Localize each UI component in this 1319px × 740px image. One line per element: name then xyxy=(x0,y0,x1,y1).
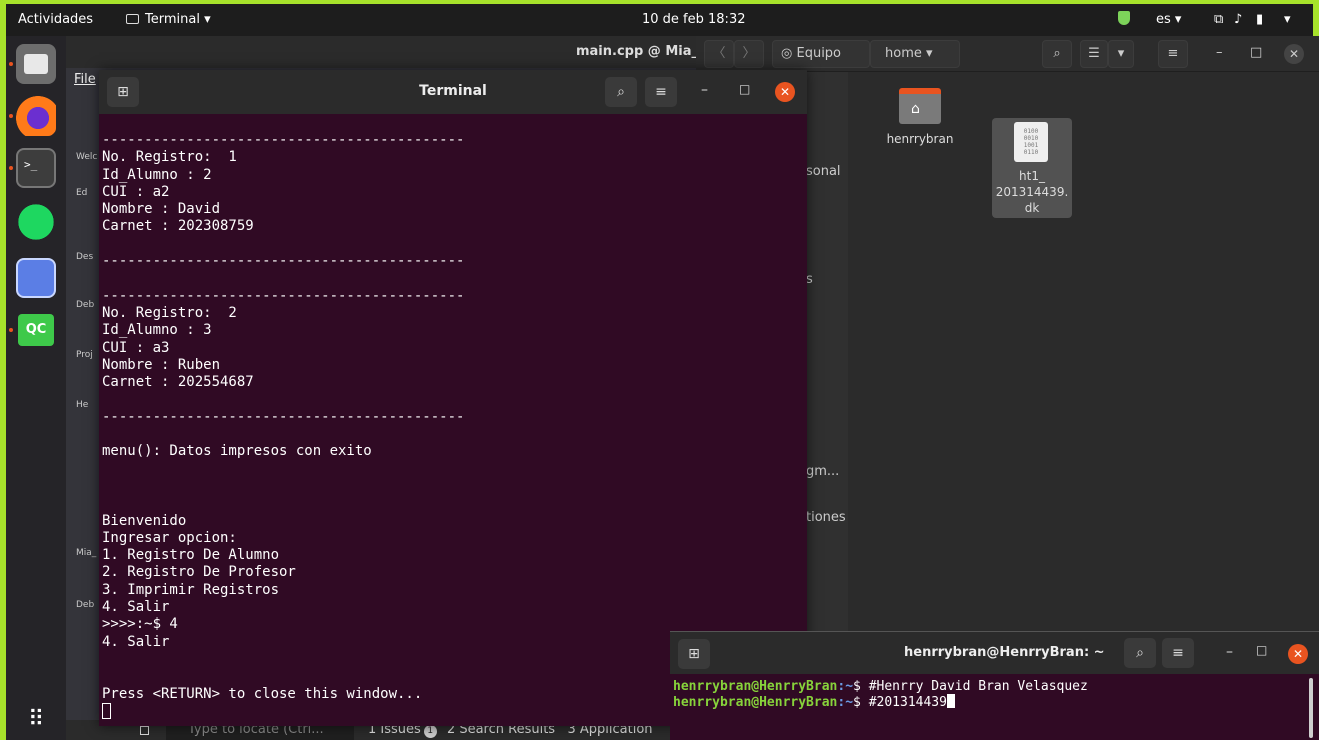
shield-icon[interactable] xyxy=(1118,11,1130,25)
build-config[interactable]: Deb xyxy=(76,600,94,610)
sidebar-item[interactable]: s xyxy=(806,272,813,287)
close-icon[interactable]: ✕ xyxy=(775,82,795,102)
terminal2-headerbar[interactable]: ⊞ henrrybran@HenrryBran: ~ ⌕ ≡ – □ ✕ xyxy=(670,632,1319,674)
top-bar: Actividades Terminal ▾ 10 de feb 18:32 e… xyxy=(6,4,1313,36)
location-equipo[interactable]: ◎ Equipo xyxy=(772,40,870,68)
app-menu-label: Terminal ▾ xyxy=(145,12,211,27)
hamburger-menu-icon[interactable]: ≡ xyxy=(1158,40,1188,68)
qtcreator-titlebar[interactable]: main.cpp @ Mia_ xyxy=(66,36,706,68)
home-folder-icon[interactable]: ⌂ xyxy=(899,88,941,124)
running-indicator xyxy=(9,114,13,118)
running-indicator xyxy=(9,166,13,170)
mode-welcome[interactable]: Welc xyxy=(76,152,97,162)
terminal2-line: henrrybran@HenrryBran:~$ #201314439 xyxy=(673,694,1303,710)
file-label: ht1_ 201314439. dk xyxy=(995,169,1069,215)
forward-button[interactable]: 〉 xyxy=(734,40,764,68)
files-headerbar: 〈 〉 ◎ Equipo home ▾ ⌕ ☰ ▾ ≡ – □ ✕ xyxy=(696,36,1319,72)
view-options-icon[interactable]: ▾ xyxy=(1108,40,1134,68)
show-apps-icon[interactable]: ⠿ xyxy=(16,700,56,740)
hamburger-menu-icon[interactable]: ≡ xyxy=(1162,638,1194,668)
mode-help[interactable]: He xyxy=(76,400,88,410)
terminal-icon xyxy=(126,14,139,24)
search-icon[interactable]: ⌕ xyxy=(605,77,637,107)
firefox-icon[interactable] xyxy=(16,96,56,136)
files-icon[interactable] xyxy=(16,44,56,84)
terminal-window: ⊞ Terminal ⌕ ≡ – □ ✕ -------------------… xyxy=(99,70,807,726)
app-menu[interactable]: Terminal ▾ xyxy=(126,12,211,27)
terminal-headerbar[interactable]: ⊞ Terminal ⌕ ≡ – □ ✕ xyxy=(99,70,807,114)
scrollbar[interactable] xyxy=(1309,678,1313,738)
prompt-symbol: $ xyxy=(853,679,869,694)
location-equipo-label: Equipo xyxy=(796,46,842,61)
command-text: #Henrry David Bran Velasquez xyxy=(868,679,1088,694)
prompt-user: henrrybran@HenrryBran xyxy=(673,695,838,710)
search-icon[interactable]: ⌕ xyxy=(1042,40,1072,68)
power-menu[interactable]: ▾ xyxy=(1284,12,1291,27)
binary-file-icon: 0100 0010 1001 0110 xyxy=(1014,122,1048,162)
minimize-icon[interactable]: – xyxy=(701,82,708,98)
terminal-output-text: ----------------------------------------… xyxy=(102,132,465,702)
maximize-icon[interactable]: □ xyxy=(1250,40,1262,68)
sidebar-item-personal[interactable]: sonal xyxy=(806,164,841,179)
home-icon: ⌂ xyxy=(911,101,920,117)
command-text: #201314439 xyxy=(868,695,947,710)
clock[interactable]: 10 de feb 18:32 xyxy=(642,12,745,27)
qtcreator-icon[interactable]: QC xyxy=(18,314,54,346)
activities-button[interactable]: Actividades xyxy=(18,12,93,27)
terminal2-window: ⊞ henrrybran@HenrryBran: ~ ⌕ ≡ – □ ✕ hen… xyxy=(670,631,1319,740)
minimize-icon[interactable]: – xyxy=(1216,40,1223,68)
menu-file[interactable]: File xyxy=(74,72,96,87)
screenshot-icon[interactable] xyxy=(16,258,56,298)
sidebar-item-program[interactable]: gm... xyxy=(806,464,839,479)
sidebar-item-locations[interactable]: tiones xyxy=(806,510,846,525)
list-view-icon[interactable]: ☰ xyxy=(1080,40,1108,68)
drive-icon: ◎ xyxy=(781,46,797,61)
qtcreator-title: main.cpp @ Mia_ xyxy=(575,44,698,59)
close-icon[interactable]: ✕ xyxy=(1288,644,1308,664)
terminal2-line: henrrybran@HenrryBran:~$ #Henrry David B… xyxy=(673,679,1303,694)
mode-edit[interactable]: Ed xyxy=(76,188,87,198)
prompt-path: :~ xyxy=(837,695,854,710)
issues-badge: 1 xyxy=(423,725,437,738)
mode-design[interactable]: Des xyxy=(76,252,93,262)
running-indicator xyxy=(9,328,13,332)
volume-icon[interactable]: ♪ xyxy=(1234,12,1242,27)
terminal2-output[interactable]: henrrybran@HenrryBran:~$ #Henrry David B… xyxy=(673,679,1303,710)
prompt-symbol: $ xyxy=(853,695,869,710)
maximize-icon[interactable]: □ xyxy=(1256,643,1267,657)
back-button[interactable]: 〈 xyxy=(704,40,734,68)
dock: >_ QC ⠿ xyxy=(6,36,66,740)
location-home[interactable]: home ▾ xyxy=(870,40,960,68)
binary-file-glyph: 0100 0010 1001 0110 xyxy=(1023,128,1039,156)
prompt-user: henrrybran@HenrryBran xyxy=(673,679,838,694)
hamburger-menu-icon[interactable]: ≡ xyxy=(645,77,677,107)
maximize-icon[interactable]: □ xyxy=(739,82,750,96)
terminal-cursor xyxy=(102,702,111,719)
terminal-dock-icon[interactable]: >_ xyxy=(16,148,56,188)
qtcreator-mode-bar: Welc Ed Des Deb Proj He Mia_ Deb xyxy=(66,132,102,732)
running-indicator xyxy=(9,62,13,66)
language-selector[interactable]: es ▾ xyxy=(1156,12,1181,27)
terminal2-title: henrrybran@HenrryBran: ~ xyxy=(904,645,1105,660)
mode-projects[interactable]: Proj xyxy=(76,350,93,360)
terminal2-cursor xyxy=(946,694,955,708)
terminal-glyph: >_ xyxy=(24,158,38,171)
sidebar-toggle-icon[interactable] xyxy=(140,726,149,735)
kit-selector[interactable]: Mia_ xyxy=(76,548,96,558)
close-icon[interactable]: ✕ xyxy=(1284,44,1304,64)
prompt-path: :~ xyxy=(837,679,854,694)
battery-icon[interactable]: ▮ xyxy=(1256,12,1263,27)
search-icon[interactable]: ⌕ xyxy=(1124,638,1156,668)
folder-label[interactable]: henrrybran xyxy=(876,132,964,146)
mode-debug[interactable]: Deb xyxy=(76,300,94,310)
network-icon[interactable]: ⧉ xyxy=(1214,12,1223,27)
spotify-icon[interactable] xyxy=(16,202,56,242)
top-bar-frame: Actividades Terminal ▾ 10 de feb 18:32 e… xyxy=(0,0,1319,36)
minimize-icon[interactable]: – xyxy=(1226,644,1233,660)
